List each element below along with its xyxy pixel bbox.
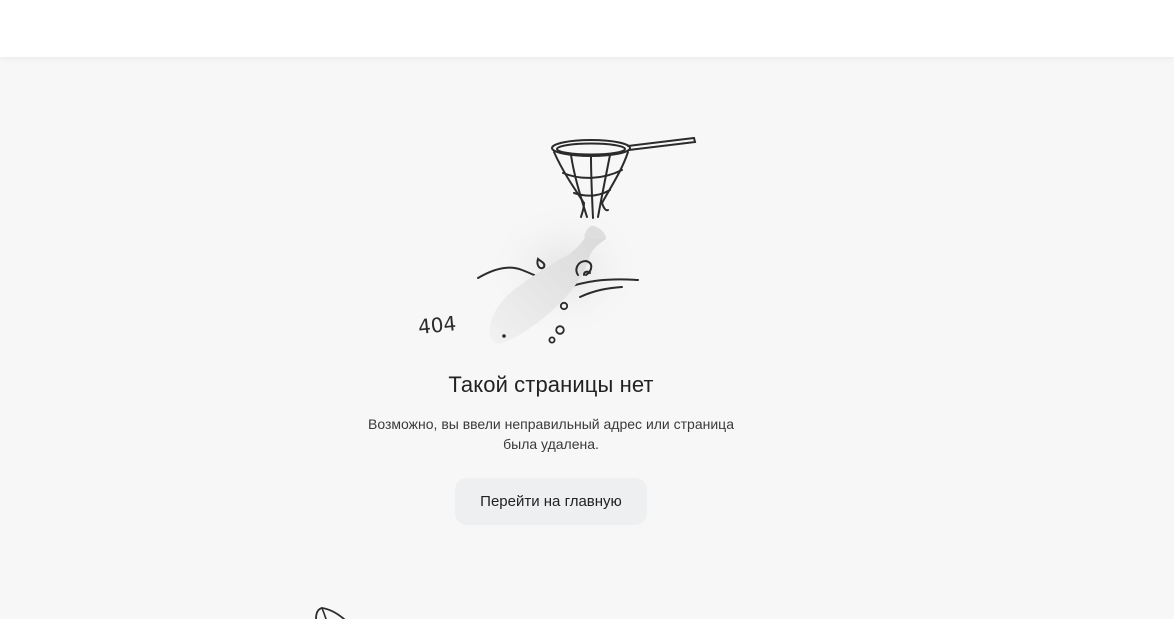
error-description-line1: Возможно, вы ввели неправильный адрес ил… [368, 416, 734, 432]
page-title: Такой страницы нет [448, 372, 654, 397]
top-header-bar [0, 0, 1174, 57]
go-home-button[interactable]: Перейти на главную [455, 478, 647, 525]
fish-fin-icon [315, 607, 345, 619]
error-description-line2: была удалена. [503, 436, 599, 452]
error-code-label: 404 [417, 311, 457, 339]
fish-escaping-net-illustration: 404 [417, 136, 697, 344]
fish-eye [502, 334, 506, 338]
error-description: Возможно, вы ввели неправильный адрес ил… [351, 414, 751, 454]
